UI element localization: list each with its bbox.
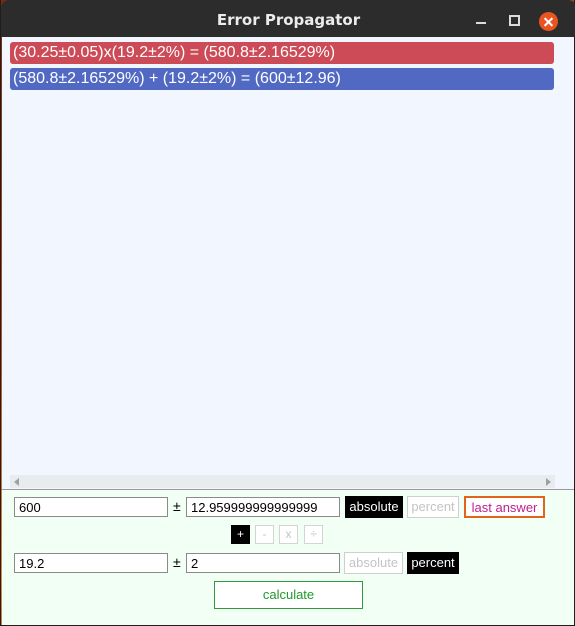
history-item[interactable]: (580.8±2.16529%) + (19.2±2%) = (600±12.9… [10, 68, 554, 90]
plus-minus-label: ± [173, 554, 181, 570]
minimize-icon[interactable] [472, 11, 490, 29]
main-content: (30.25±0.05)x(19.2±2%) = (580.8±2.16529%… [2, 37, 574, 625]
multiply-operation-button[interactable]: x [279, 525, 298, 544]
minus-operation-button[interactable]: - [255, 525, 274, 544]
plus-minus-label: ± [173, 498, 181, 514]
first-percent-toggle[interactable]: percent [407, 496, 459, 518]
calculate-button[interactable]: calculate [214, 581, 363, 609]
plus-operation-button[interactable]: + [231, 525, 250, 544]
app-window: Error Propagator (30.25±0.05)x(19.2±2%) … [0, 0, 575, 626]
second-percent-toggle[interactable]: percent [407, 552, 459, 574]
second-value-input[interactable] [14, 553, 168, 573]
horizontal-scrollbar[interactable] [10, 475, 555, 488]
scroll-right-icon[interactable] [546, 478, 551, 486]
first-error-input[interactable] [186, 497, 340, 517]
second-error-input[interactable] [186, 553, 340, 573]
history-item[interactable]: (30.25±0.05)x(19.2±2%) = (580.8±2.16529%… [10, 42, 554, 64]
last-answer-button[interactable]: last answer [464, 496, 545, 518]
first-value-input[interactable] [14, 497, 168, 517]
scroll-left-icon[interactable] [14, 478, 19, 486]
second-absolute-toggle[interactable]: absolute [344, 552, 403, 574]
title-bar[interactable]: Error Propagator [1, 0, 575, 37]
history-list[interactable]: (30.25±0.05)x(19.2±2%) = (580.8±2.16529%… [10, 40, 555, 485]
controls-panel: ± absolute percent last answer + - x ÷ ±… [2, 490, 574, 625]
divide-operation-button[interactable]: ÷ [304, 525, 323, 544]
close-icon[interactable] [539, 12, 558, 31]
maximize-icon[interactable] [505, 11, 523, 29]
first-absolute-toggle[interactable]: absolute [345, 496, 403, 518]
